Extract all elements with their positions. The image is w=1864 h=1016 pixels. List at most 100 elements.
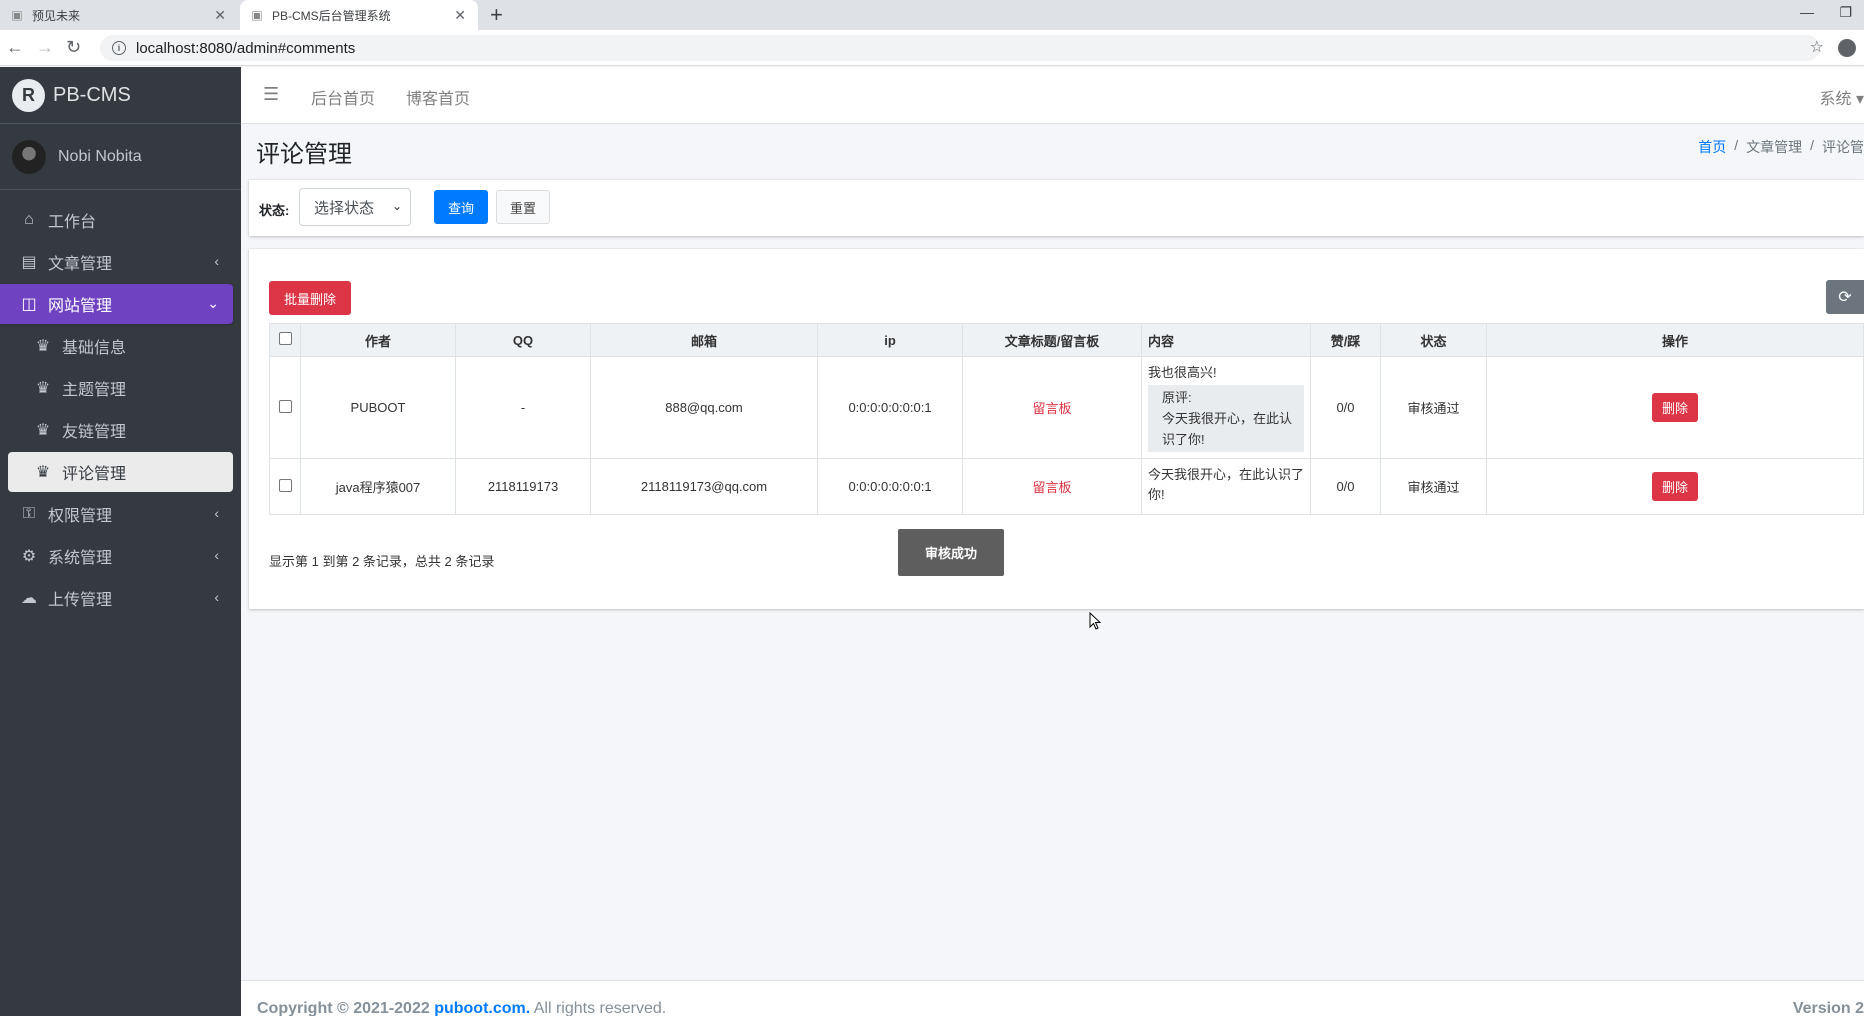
votes-cell: 0/0 (1310, 458, 1381, 515)
close-icon[interactable]: ✕ (454, 7, 466, 24)
page-icon: ▣ (251, 8, 263, 22)
status-cell: 审核通过 (1380, 458, 1487, 515)
guestbook-link[interactable]: 留言板 (1032, 480, 1071, 495)
sidebar-item-articles[interactable]: ▤ 文章管理 ‹ (8, 242, 233, 282)
title-cell: 留言板 (962, 458, 1142, 515)
qq-cell: 2118119173 (455, 458, 591, 515)
sidebar-item-comments[interactable]: ♛ 评论管理 (8, 452, 233, 492)
sidebar-item-basic-info[interactable]: ♛ 基础信息 (8, 326, 233, 366)
select-all-header (269, 323, 301, 357)
user-panel[interactable]: Nobi Nobita (0, 124, 241, 190)
breadcrumb-home[interactable]: 首页 (1698, 137, 1726, 157)
close-icon[interactable]: ✕ (214, 7, 226, 24)
filter-card: 状态: 选择状态 ⌄ 查询 重置 (249, 180, 1864, 236)
sidebar-item-links[interactable]: ♛ 友链管理 (8, 410, 233, 450)
row-select-cell (269, 458, 301, 515)
footer-site-link[interactable]: puboot.com. (434, 1000, 530, 1016)
browser-tab[interactable]: ▣ 预见未来 ✕ (0, 0, 238, 30)
mouse-cursor-icon (1089, 612, 1102, 630)
crown-icon: ♛ (35, 338, 51, 355)
column-header[interactable]: 赞/踩 (1310, 323, 1381, 357)
breadcrumb-separator: / (1734, 137, 1739, 153)
gear-icon: ⚙ (21, 548, 37, 565)
pagination-info: 显示第 1 到第 2 条记录，总共 2 条记录 (269, 554, 495, 569)
quote-label: 原评: (1162, 390, 1192, 405)
crown-icon: ♛ (35, 380, 51, 397)
email-cell: 2118119173@qq.com (590, 458, 818, 515)
batch-delete-button[interactable]: 批量删除 (269, 281, 351, 315)
sidebar-item-label: 系统管理 (48, 550, 113, 567)
info-icon[interactable]: i (112, 41, 126, 55)
query-button[interactable]: 查询 (434, 190, 488, 224)
reload-icon[interactable]: ↻ (66, 37, 81, 58)
quoted-comment: 原评: 今天我很开心，在此认识了你! (1148, 385, 1304, 452)
back-icon[interactable]: ← (6, 37, 24, 58)
sidebar-item-workbench[interactable]: ⌂ 工作台 (8, 200, 233, 240)
toast-message: 审核成功 (898, 529, 1004, 576)
sidebar-item-label: 权限管理 (48, 508, 113, 525)
table-header-row: 作者 QQ 邮箱 ip 文章标题/留言板 内容 赞/踩 状态 操作 (269, 323, 1864, 357)
profile-icon[interactable] (1838, 39, 1856, 57)
menu-toggle-icon[interactable]: ☰ (263, 84, 279, 105)
row-checkbox[interactable] (278, 478, 292, 492)
column-header[interactable]: 操作 (1486, 323, 1864, 357)
column-header[interactable]: ip (817, 323, 963, 357)
breadcrumb-item: 评论管 (1822, 139, 1864, 155)
sidebar-item-website[interactable]: ◫ 网站管理 ⌄ (0, 284, 233, 324)
page-title: 评论管理 (256, 141, 352, 168)
browser-tab-active[interactable]: ▣ PB-CMS后台管理系统 ✕ (240, 0, 478, 30)
columns-icon: ◫ (21, 296, 37, 313)
content-cell: 我也很高兴! 原评: 今天我很开心，在此认识了你! (1141, 356, 1311, 459)
list-icon: ▤ (21, 254, 37, 271)
page-icon: ▣ (11, 8, 23, 22)
sidebar-item-themes[interactable]: ♛ 主题管理 (8, 368, 233, 408)
column-header[interactable]: 作者 (300, 323, 456, 357)
column-header[interactable]: 状态 (1380, 323, 1487, 357)
sidebar-item-upload[interactable]: ☁ 上传管理 ‹ (8, 578, 233, 618)
address-bar: ← → ↻ i localhost:8080/admin#comments ☆ (0, 30, 1864, 66)
column-header[interactable]: 内容 (1141, 323, 1311, 357)
votes-cell: 0/0 (1310, 356, 1381, 459)
select-all-checkbox[interactable] (278, 332, 292, 345)
blog-home-link[interactable]: 博客首页 (406, 85, 470, 109)
refresh-icon[interactable]: ⟳ (1826, 280, 1864, 314)
version-label: Version 2 (1792, 1000, 1864, 1016)
url-text: localhost:8080/admin#comments (136, 39, 356, 57)
minimize-icon[interactable]: — (1800, 4, 1814, 20)
table-card: 批量删除 ⟳ 作者 QQ 邮箱 ip 文章标题/留言板 内容 赞/踩 状态 操作… (249, 249, 1864, 609)
chevron-left-icon: ‹ (214, 505, 219, 521)
action-cell: 删除 (1486, 356, 1864, 459)
column-header[interactable]: 邮箱 (590, 323, 818, 357)
new-tab-icon[interactable]: + (490, 2, 503, 28)
sidebar-item-label: 网站管理 (48, 298, 113, 315)
admin-home-link[interactable]: 后台首页 (311, 85, 375, 109)
status-select[interactable]: 选择状态 ⌄ (299, 188, 411, 226)
delete-button[interactable]: 删除 (1652, 472, 1698, 501)
user-name: Nobi Nobita (58, 147, 142, 165)
forward-icon[interactable]: → (36, 37, 54, 58)
title-cell: 留言板 (962, 356, 1142, 459)
avatar (12, 139, 46, 174)
column-header[interactable]: 文章标题/留言板 (962, 323, 1142, 357)
sidebar: R PB-CMS Nobi Nobita ⌂ 工作台 ▤ 文章管理 ‹ ◫ 网站… (0, 67, 241, 1016)
system-menu[interactable]: 系统 ▾ (1820, 85, 1864, 109)
cloud-upload-icon: ☁ (21, 590, 37, 607)
top-navbar: ☰ 后台首页 博客首页 系统 ▾ (241, 67, 1864, 124)
sidebar-item-permissions[interactable]: ⚿ 权限管理 ‹ (8, 494, 233, 534)
sidebar-item-label: 文章管理 (48, 256, 113, 273)
restore-icon[interactable]: ❐ (1839, 4, 1852, 21)
breadcrumb-item: 文章管理 (1746, 139, 1803, 155)
guestbook-link[interactable]: 留言板 (1032, 401, 1071, 416)
row-checkbox[interactable] (278, 399, 292, 413)
ip-cell: 0:0:0:0:0:0:0:1 (817, 356, 963, 459)
status-cell: 审核通过 (1380, 356, 1487, 459)
url-field[interactable]: i localhost:8080/admin#comments (100, 35, 1820, 61)
chevron-left-icon: ‹ (214, 589, 219, 605)
column-header[interactable]: QQ (455, 323, 591, 357)
delete-button[interactable]: 删除 (1652, 393, 1698, 422)
bookmark-star-icon[interactable]: ☆ (1810, 37, 1824, 57)
sidebar-item-system[interactable]: ⚙ 系统管理 ‹ (8, 536, 233, 576)
brand[interactable]: R PB-CMS (0, 67, 241, 124)
reset-button[interactable]: 重置 (496, 190, 550, 224)
chevron-down-icon: ⌄ (207, 295, 219, 311)
